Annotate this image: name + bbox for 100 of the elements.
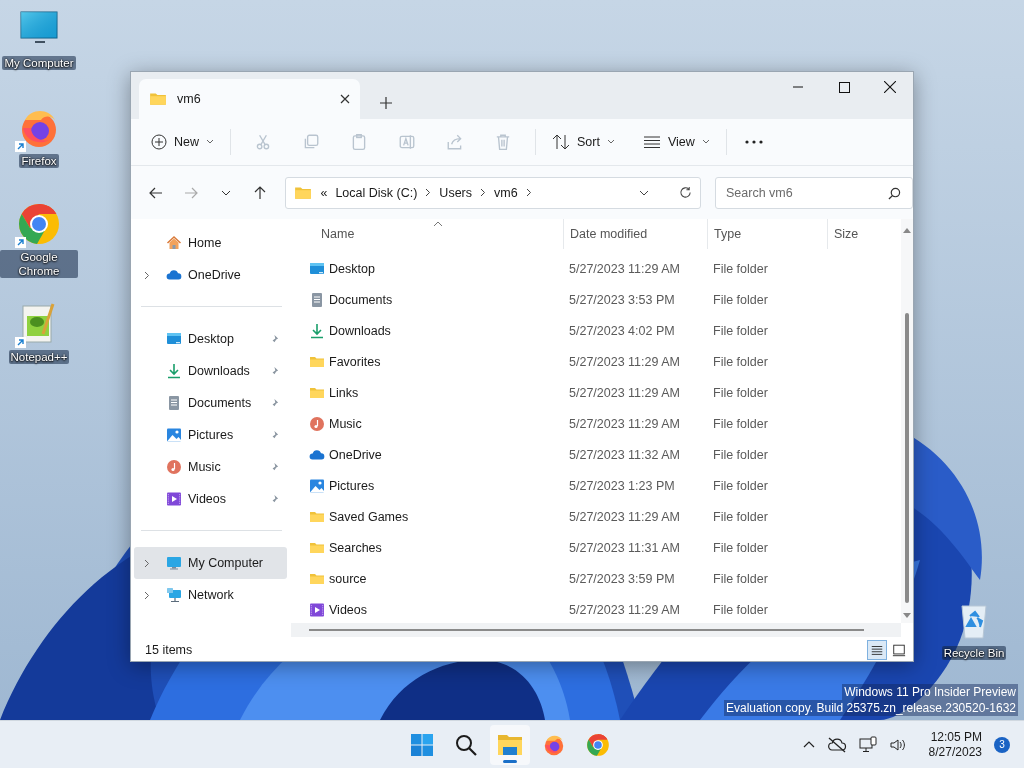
video-icon	[309, 601, 325, 618]
list-icon	[870, 643, 884, 657]
home-icon	[166, 235, 182, 251]
share-icon	[446, 133, 464, 151]
date-cell-text: 5/27/2023 4:02 PM	[568, 323, 676, 338]
tab[interactable]: vm6	[139, 79, 360, 119]
chevron-down-icon[interactable]	[220, 189, 231, 196]
column-header[interactable]: Type	[707, 219, 827, 249]
start-icon	[410, 732, 434, 757]
breadcrumb[interactable]: Users	[439, 185, 472, 200]
desktop-shortcut[interactable]: My Computer	[0, 6, 78, 70]
view-button[interactable]: View	[634, 130, 718, 154]
column-header[interactable]: Size	[827, 219, 859, 249]
up-arrow-icon[interactable]	[254, 185, 267, 200]
horizontal-scrollbar[interactable]	[291, 623, 901, 637]
address-bar[interactable]: « Local Disk (C:) Users vm6	[285, 176, 701, 209]
desktop-icon	[309, 260, 325, 277]
video-icon	[166, 491, 182, 507]
sidebar-item[interactable]: Pictures	[134, 419, 287, 451]
date-cell-text: 5/27/2023 11:29 AM	[568, 385, 681, 400]
chevron-down-icon	[606, 139, 615, 145]
sidebar-item[interactable]: OneDrive	[134, 259, 287, 291]
network-icon[interactable]	[858, 735, 877, 754]
chevron-up-icon[interactable]	[802, 741, 815, 748]
chevron-right-icon	[525, 188, 532, 197]
type-cell-text: File folder	[712, 602, 769, 617]
clipboard-icon	[350, 133, 368, 151]
type-cell-text: File folder	[712, 323, 769, 338]
tile-icon	[892, 643, 906, 657]
date-cell-text: 5/27/2023 11:29 AM	[568, 602, 681, 617]
file-name[interactable]: Favorites	[329, 354, 381, 369]
type-cell-text: File folder	[712, 571, 769, 586]
type-cell-text: File folder	[712, 354, 769, 369]
sidebar-item[interactable]: Videos	[134, 483, 287, 515]
maximize-icon[interactable]	[838, 81, 850, 93]
file-name[interactable]: OneDrive	[329, 447, 382, 462]
sidebar-item[interactable]: Home	[134, 227, 287, 259]
document-icon	[166, 395, 182, 411]
file-name[interactable]: Downloads	[329, 323, 391, 338]
sidebar-item[interactable]: My Computer	[134, 547, 287, 579]
close-icon[interactable]	[884, 81, 896, 93]
desktop-shortcut[interactable]: Firefox	[0, 104, 78, 168]
file-name[interactable]: source	[329, 571, 367, 586]
plus-icon[interactable]	[380, 97, 392, 109]
type-cell-text: File folder	[712, 292, 769, 307]
scroll-up-icon[interactable]	[903, 227, 911, 233]
breadcrumb[interactable]: Local Disk (C:)	[335, 185, 418, 200]
more-icon[interactable]	[744, 140, 763, 144]
date-cell-text: 5/27/2023 3:53 PM	[568, 292, 676, 307]
notification-badge[interactable]: 3	[994, 736, 1010, 753]
desktop-shortcut[interactable]: Notepad++	[0, 300, 78, 364]
date-cell-text: 5/27/2023 11:32 AM	[568, 447, 681, 462]
sidebar-item[interactable]: Documents	[134, 387, 287, 419]
date-cell-text: 5/27/2023 11:29 AM	[568, 261, 681, 276]
type-cell-text: File folder	[712, 509, 769, 524]
type-cell-text: File folder	[712, 447, 769, 462]
trash-icon	[494, 133, 512, 151]
file-name[interactable]: Desktop	[329, 261, 375, 276]
search-field[interactable]: Search vm6	[715, 176, 913, 209]
clock[interactable]: 12:05 PM 8/27/2023	[928, 729, 982, 760]
file-name[interactable]: Documents	[329, 292, 393, 307]
sort-icon	[552, 134, 570, 150]
column-header[interactable]: Name	[291, 219, 563, 249]
sort-button[interactable]: Sort	[544, 129, 623, 155]
search-icon	[888, 186, 901, 200]
file-name[interactable]: Saved Games	[329, 509, 409, 524]
file-name[interactable]: Pictures	[329, 478, 375, 493]
network-icon	[166, 587, 182, 603]
new-button[interactable]: New	[143, 129, 222, 155]
type-cell-text: File folder	[712, 416, 769, 431]
file-name[interactable]: Videos	[329, 602, 367, 617]
chrome-icon	[585, 731, 611, 758]
breadcrumb[interactable]: vm6	[494, 185, 518, 200]
back-arrow-icon[interactable]	[149, 186, 164, 199]
details-view-button[interactable]	[867, 640, 887, 660]
scroll-down-icon[interactable]	[903, 613, 911, 619]
document-icon	[309, 291, 325, 308]
column-header[interactable]: Date modified	[563, 219, 707, 249]
type-cell-text: File folder	[712, 261, 769, 276]
desktop-shortcut[interactable]: Recycle Bin	[935, 596, 1013, 660]
overflow-crumb[interactable]: «	[320, 185, 328, 200]
sidebar-item[interactable]: Desktop	[134, 323, 287, 355]
refresh-icon[interactable]	[679, 186, 692, 199]
sidebar-item[interactable]: Downloads	[134, 355, 287, 387]
rename-icon	[398, 133, 416, 151]
scrollbar-thumb[interactable]	[309, 629, 864, 631]
vertical-scrollbar[interactable]	[901, 219, 913, 623]
file-name[interactable]: Links	[329, 385, 359, 400]
desktop-shortcut[interactable]: Google Chrome	[0, 200, 78, 278]
file-name[interactable]: Music	[329, 416, 362, 431]
type-cell-text: File folder	[712, 478, 769, 493]
chevron-down-icon	[701, 139, 710, 145]
close-icon[interactable]	[340, 94, 350, 104]
scrollbar-thumb[interactable]	[905, 313, 909, 603]
cloud-off-icon[interactable]	[826, 736, 847, 753]
sidebar-item[interactable]: Network	[134, 579, 287, 611]
file-name[interactable]: Searches	[329, 540, 382, 555]
speaker-icon[interactable]	[888, 736, 907, 753]
sidebar-item[interactable]: Music	[134, 451, 287, 483]
time-text: 12:05 PM	[930, 729, 982, 745]
